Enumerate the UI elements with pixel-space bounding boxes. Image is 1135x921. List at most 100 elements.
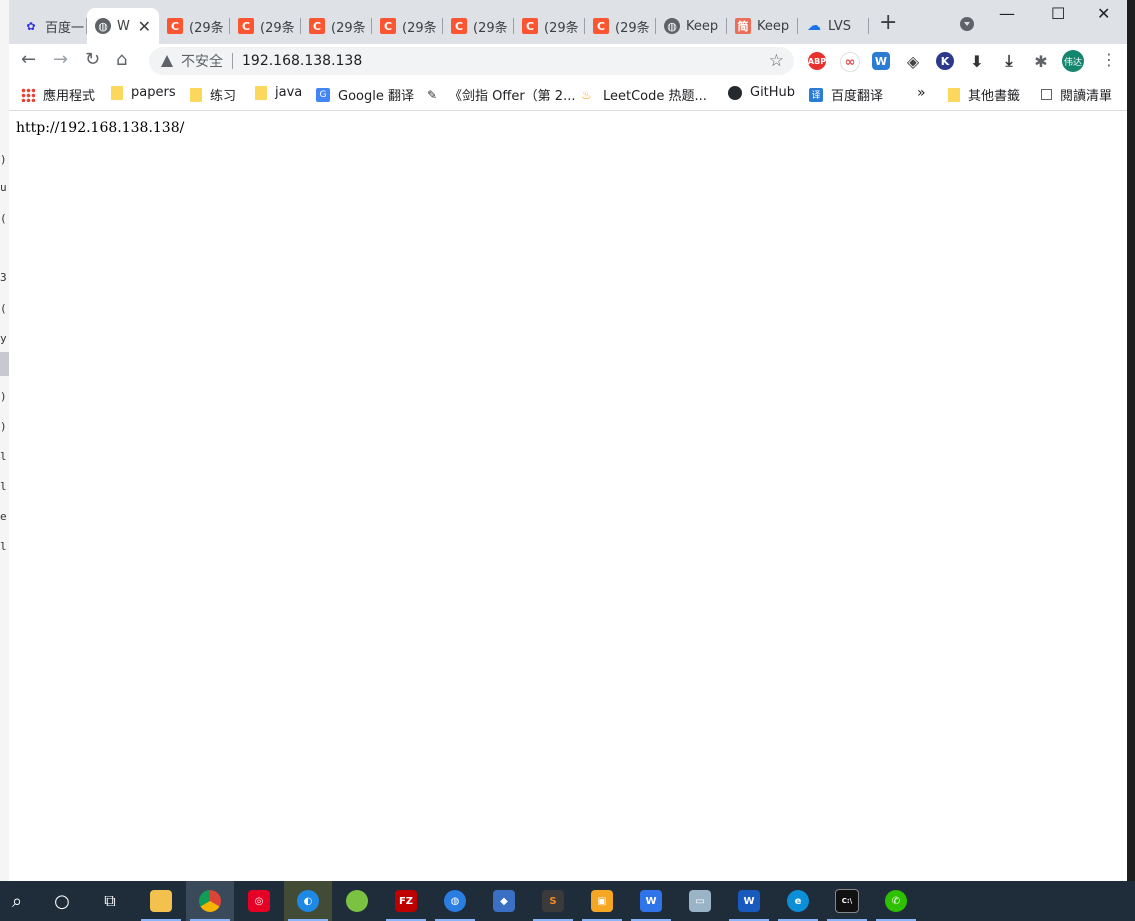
download-extension-icon[interactable]: ⬇ <box>968 52 986 71</box>
reading-list-label: 閱讀清單 <box>1060 89 1113 104</box>
address-bar[interactable]: 不安全 192.168.138.138 ☆ <box>149 47 794 75</box>
tab-title: (29条 <box>544 20 579 36</box>
task-view-icon[interactable]: ⧉ <box>86 881 134 921</box>
word-icon[interactable]: W <box>725 881 773 921</box>
cortana-icon[interactable]: ○ <box>38 881 86 921</box>
k-extension-icon[interactable]: K <box>936 52 954 70</box>
bookmark-java[interactable]: java <box>255 85 302 100</box>
tab-csdn[interactable]: C (29条 <box>372 8 443 44</box>
chain-extension-icon[interactable]: ∞ <box>840 52 860 72</box>
csdn-c-icon: C <box>238 18 254 34</box>
maximize-button[interactable]: ☐ <box>1051 4 1065 23</box>
bookmark-jianzhi-offer[interactable]: ✎ 《剑指 Offer（第 2... <box>427 85 575 105</box>
background-text: ( <box>0 302 7 315</box>
reading-list-button[interactable]: 閱讀清單 <box>1041 85 1112 104</box>
bookmark-leetcode[interactable]: ♨ LeetCode 热题... <box>581 85 707 105</box>
background-text: l <box>0 450 7 463</box>
more-menu-icon[interactable]: ⋮ <box>1101 50 1117 69</box>
wps-writer-icon[interactable]: W <box>627 881 675 921</box>
background-selection <box>0 352 9 376</box>
background-text: ( <box>0 212 7 225</box>
bookmark-other[interactable]: 其他書籤 <box>948 85 1020 104</box>
tab-title: 百度一 <box>45 20 85 36</box>
bookmark-label: LeetCode 热题... <box>603 89 707 104</box>
home-icon[interactable]: ⌂ <box>116 50 127 70</box>
leetcode-fire-icon: ♨ <box>581 87 592 102</box>
remote-desktop-icon[interactable]: ▭ <box>676 881 724 921</box>
background-text: ) <box>0 420 7 433</box>
bird-app-icon[interactable]: ◆ <box>480 881 528 921</box>
chrome-icon[interactable] <box>186 881 234 921</box>
reading-list-icon <box>1041 89 1052 100</box>
downloads-icon[interactable]: ⤓ <box>1000 51 1018 70</box>
file-explorer-icon[interactable] <box>137 881 185 921</box>
tab-title: (29条 <box>473 20 508 36</box>
tab-title: (29条 <box>402 20 437 36</box>
background-text: ) <box>0 153 7 166</box>
tab-csdn[interactable]: C (29条 <box>514 8 585 44</box>
profile-avatar[interactable]: 伟达 <box>1062 50 1084 72</box>
tab-lvs[interactable]: ☁ LVS <box>798 8 869 44</box>
reload-icon[interactable]: ↻ <box>85 50 100 70</box>
close-window-button[interactable]: ✕ <box>1097 4 1110 23</box>
shield-extension-icon[interactable]: ◈ <box>904 52 922 71</box>
bookmark-apps[interactable]: 應用程式 <box>21 85 95 104</box>
folder-icon <box>190 87 202 102</box>
background-text: y <box>0 332 7 345</box>
background-text: u <box>0 181 7 194</box>
forward-arrow-icon[interactable]: → <box>53 50 68 70</box>
network-globe-icon[interactable]: ◍ <box>431 881 479 921</box>
filezilla-icon[interactable]: FZ <box>382 881 430 921</box>
tab-csdn[interactable]: C (29条 <box>443 8 514 44</box>
bookmark-label: GitHub <box>750 85 796 100</box>
baidu-translate-icon: 译 <box>809 87 823 102</box>
bookmark-github[interactable]: GitHub <box>728 85 795 100</box>
wechat-icon[interactable]: ✆ <box>872 881 920 921</box>
search-icon[interactable]: ⌕ <box>0 881 34 921</box>
apps-grid-icon <box>21 87 35 102</box>
edge-icon[interactable]: e <box>774 881 822 921</box>
csdn-c-icon: C <box>380 18 396 34</box>
adblock-plus-icon[interactable]: ABP <box>808 52 826 70</box>
bookmark-papers[interactable]: papers <box>111 85 176 100</box>
tab-keep[interactable]: ◍ Keep <box>656 8 727 44</box>
page-url-text: http://192.168.138.138/ <box>16 120 185 136</box>
terminal-icon[interactable]: C:\ <box>823 881 871 921</box>
bookmark-label: java <box>275 85 303 100</box>
minimize-button[interactable]: — <box>999 4 1015 23</box>
bookmark-google-translate[interactable]: G Google 翻译 <box>316 85 414 104</box>
tab-csdn[interactable]: C (29条 <box>301 8 372 44</box>
bookmark-practice[interactable]: 练习 <box>190 85 236 104</box>
tab-active[interactable]: ◍ W ✕ <box>87 8 159 44</box>
cloud-icon: ☁ <box>807 18 821 34</box>
tab-csdn[interactable]: C (29条 <box>159 8 230 44</box>
jianshu-icon: 简 <box>735 18 751 34</box>
bookmark-label: 應用程式 <box>43 89 96 104</box>
close-tab-icon[interactable]: ✕ <box>138 17 151 36</box>
background-text: e <box>0 510 7 523</box>
new-tab-button[interactable]: + <box>879 12 897 34</box>
netease-music-icon[interactable]: ◎ <box>235 881 283 921</box>
tab-search-icon[interactable] <box>960 17 974 31</box>
url-text[interactable]: 192.168.138.138 <box>242 53 362 69</box>
tab-csdn[interactable]: C (29条 <box>230 8 301 44</box>
green-app-icon[interactable] <box>333 881 381 921</box>
page-content: http://192.168.138.138/ <box>9 111 1127 881</box>
puzzle-extensions-icon[interactable]: ✱ <box>1032 52 1050 71</box>
bookmark-star-icon[interactable]: ☆ <box>769 51 784 71</box>
tab-keep-jianshu[interactable]: 简 Keep <box>727 8 798 44</box>
back-arrow-icon[interactable]: ← <box>21 50 36 70</box>
word-extension-icon[interactable]: W <box>872 52 890 70</box>
tab-title: (29条 <box>260 20 295 36</box>
tab-csdn[interactable]: C (29条 <box>585 8 656 44</box>
blue-app-icon[interactable]: ◐ <box>284 881 332 921</box>
browser-toolbar: ← → ↻ ⌂ 不安全 192.168.138.138 ☆ ABP ∞ W ◈ … <box>9 44 1127 78</box>
vmware-icon[interactable]: ▣ <box>578 881 626 921</box>
bookmark-baidu-translate[interactable]: 译 百度翻译 <box>809 85 883 104</box>
sublime-text-icon[interactable]: S <box>529 881 577 921</box>
globe-icon: ◍ <box>664 18 680 34</box>
security-label[interactable]: 不安全 <box>181 51 223 71</box>
bookmarks-overflow-button[interactable]: » <box>917 85 926 101</box>
tab-title: W <box>117 18 130 34</box>
tab-baidu[interactable]: ✿ 百度一 <box>15 8 87 44</box>
